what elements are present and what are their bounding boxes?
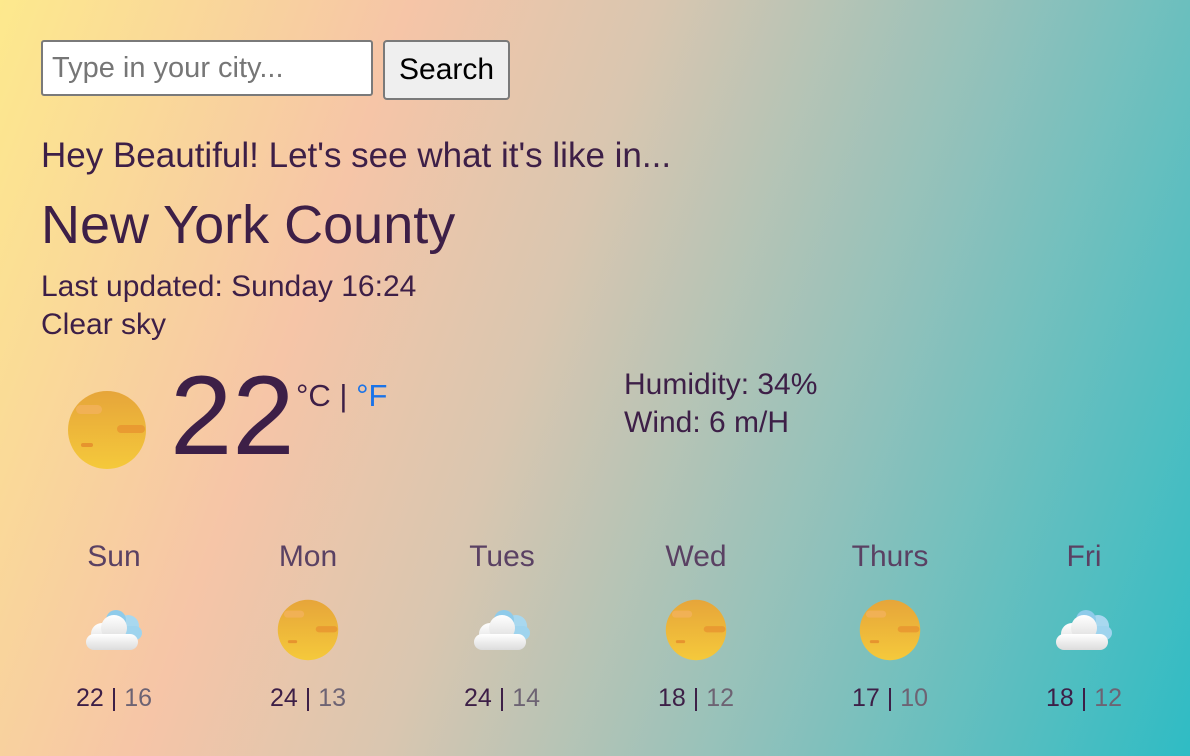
forecast-separator: | (491, 684, 513, 712)
forecast-separator: | (685, 684, 707, 712)
forecast-max: 18 (657, 684, 686, 712)
forecast-min: 16 (124, 684, 152, 712)
forecast-max: 24 (269, 684, 298, 712)
forecast-day: Mon 24 | 13 (238, 540, 378, 713)
cloud-icon (432, 598, 572, 662)
forecast-min: 10 (900, 684, 928, 712)
cloud-icon (1014, 598, 1154, 662)
forecast-max: 24 (463, 684, 492, 712)
forecast-day: Wed 18 | 12 (626, 540, 766, 713)
forecast-temps: 18 | 12 (626, 684, 766, 713)
forecast-temps: 18 | 12 (1014, 684, 1154, 713)
search-form: Search (41, 40, 511, 100)
current-temperature: 22 (170, 353, 295, 478)
forecast-separator: | (879, 684, 901, 712)
wind-text: Wind: 6 m/H (624, 406, 790, 439)
unit-toggle: °C | °F (296, 378, 387, 414)
humidity-text: Humidity: 34% (624, 368, 818, 401)
greeting-text: Hey Beautiful! Let's see what it's like … (41, 136, 672, 175)
sun-icon (626, 598, 766, 662)
celsius-unit: °C (296, 378, 331, 413)
sun-icon (238, 598, 378, 662)
forecast-max: 18 (1045, 684, 1074, 712)
forecast-day-name: Mon (278, 540, 338, 573)
forecast-min: 12 (706, 684, 734, 712)
forecast-max: 17 (851, 684, 880, 712)
forecast-day: Thurs 17 | 10 (820, 540, 960, 713)
forecast-day-name: Sun (87, 540, 141, 573)
forecast-day: Sun 22 | 16 (44, 540, 184, 713)
forecast-max: 22 (75, 684, 104, 712)
forecast-day-name: Fri (1066, 540, 1102, 573)
forecast-day-name: Wed (665, 540, 727, 573)
city-search-input[interactable] (41, 40, 373, 96)
forecast-temps: 24 | 14 (432, 684, 572, 713)
weather-description: Clear sky (41, 308, 167, 341)
forecast-day: Tues 24 | 14 (432, 540, 572, 713)
cloud-icon (44, 598, 184, 662)
sun-icon (67, 390, 147, 475)
forecast-separator: | (103, 684, 125, 712)
fahrenheit-link[interactable]: °F (356, 378, 387, 413)
city-name: New York County (41, 195, 456, 255)
forecast-separator: | (1073, 684, 1095, 712)
forecast-min: 12 (1094, 684, 1122, 712)
forecast-temps: 24 | 13 (238, 684, 378, 713)
forecast-min: 14 (512, 684, 540, 712)
forecast-separator: | (297, 684, 319, 712)
forecast-temps: 17 | 10 (820, 684, 960, 713)
sun-icon (820, 598, 960, 662)
last-updated: Last updated: Sunday 16:24 (41, 270, 417, 303)
forecast-min: 13 (318, 684, 346, 712)
forecast-day-name: Tues (469, 540, 535, 573)
unit-separator: | (330, 378, 357, 413)
weather-details: Humidity: 34% Wind: 6 m/H (624, 366, 817, 442)
forecast-day: Fri 18 | 12 (1014, 540, 1154, 713)
forecast-temps: 22 | 16 (44, 684, 184, 713)
search-button[interactable]: Search (383, 40, 511, 100)
forecast-day-name: Thurs (851, 540, 929, 573)
